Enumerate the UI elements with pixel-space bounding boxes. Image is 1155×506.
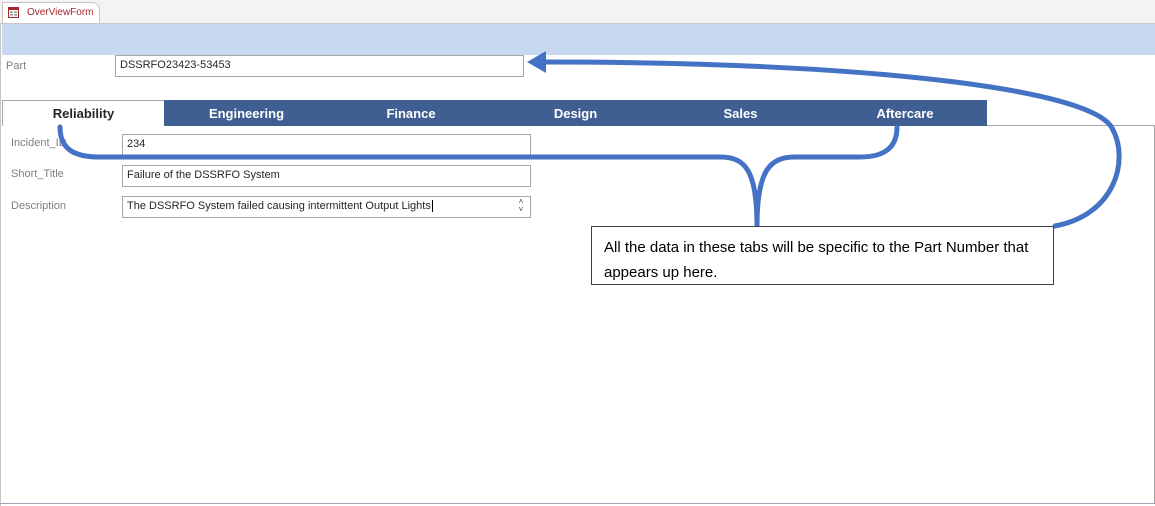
description-field[interactable]: The DSSRFO System failed causing intermi… — [122, 196, 531, 218]
incident-id-label: Incident_ID — [11, 137, 67, 149]
part-label: Part — [6, 60, 27, 72]
short-title-field[interactable]: Failure of the DSSRFO System — [122, 165, 531, 187]
form-icon — [8, 7, 19, 18]
tab-sales[interactable]: Sales — [658, 100, 823, 126]
tab-aftercare[interactable]: Aftercare — [823, 100, 987, 126]
tab-finance[interactable]: Finance — [329, 100, 493, 126]
tab-engineering[interactable]: Engineering — [164, 100, 329, 126]
document-tab-label: OverViewForm — [27, 7, 94, 18]
tab-design[interactable]: Design — [493, 100, 658, 126]
incident-id-field[interactable]: 234 — [122, 134, 531, 156]
tab-reliability[interactable]: Reliability — [2, 100, 164, 126]
form-left-border — [0, 23, 1, 506]
annotation-arrow — [542, 59, 1122, 229]
description-label: Description — [11, 200, 67, 212]
form-bottom-border — [0, 503, 1155, 504]
access-form-window: OverViewForm Part DSSRFO23423-53453 Reli… — [0, 0, 1155, 506]
document-tab-strip: OverViewForm — [0, 0, 1155, 24]
text-cursor — [431, 200, 433, 213]
form-header-band — [2, 24, 1155, 55]
tab-page-border — [987, 125, 1155, 126]
part-field[interactable]: DSSRFO23423-53453 — [115, 55, 524, 77]
document-tab-overviewform[interactable]: OverViewForm — [2, 2, 100, 23]
short-title-label: Short_Title — [11, 168, 64, 180]
scroll-spinner[interactable]: ˄ ˅ — [515, 198, 527, 216]
chevron-down-icon[interactable]: ˅ — [519, 205, 524, 214]
description-text: The DSSRFO System failed causing intermi… — [127, 200, 431, 212]
annotation-callout: All the data in these tabs will be speci… — [591, 226, 1054, 285]
